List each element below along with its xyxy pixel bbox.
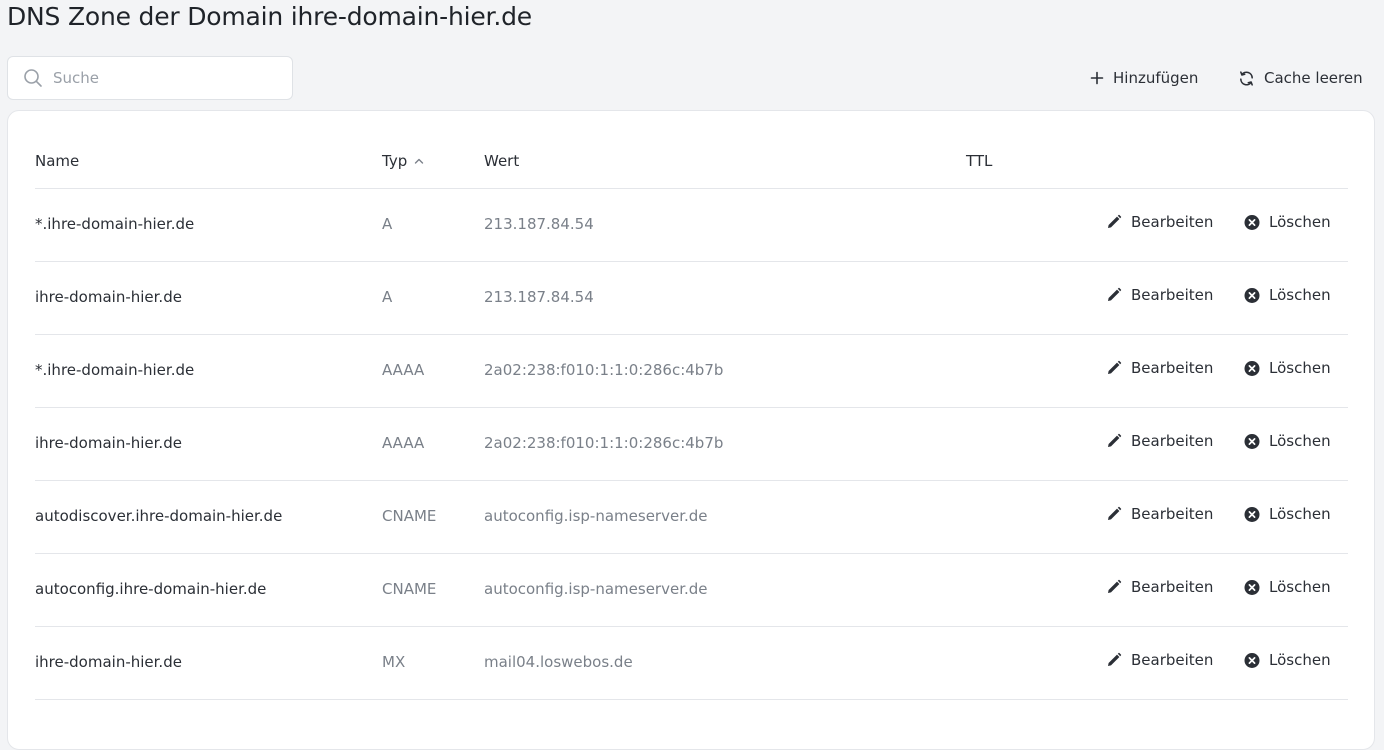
edit-button-label: Bearbeiten [1131, 432, 1214, 450]
close-circle-icon [1244, 652, 1260, 668]
delete-button-label: Löschen [1269, 213, 1331, 231]
close-circle-icon [1244, 360, 1260, 376]
record-name: ihre-domain-hier.de [35, 653, 182, 671]
record-name: *.ihre-domain-hier.de [35, 215, 195, 233]
delete-button[interactable]: Löschen [1244, 651, 1331, 669]
delete-button[interactable]: Löschen [1244, 286, 1331, 304]
table-body: *.ihre-domain-hier.de A 213.187.84.54 Be… [35, 189, 1348, 700]
edit-button-label: Bearbeiten [1131, 213, 1214, 231]
record-type: CNAME [382, 580, 437, 598]
record-name: ihre-domain-hier.de [35, 288, 182, 306]
table-row: autoconfig.ihre-domain-hier.de CNAME aut… [35, 554, 1348, 627]
table-row: *.ihre-domain-hier.de AAAA 2a02:238:f010… [35, 335, 1348, 408]
column-header-type-label: Typ [382, 152, 408, 170]
clear-cache-button[interactable]: Cache leeren [1238, 66, 1363, 90]
refresh-icon [1240, 70, 1253, 86]
column-header-value-label: Wert [484, 152, 520, 170]
dns-records-table: Name Typ Wert TTL *.ihre-domain-hier.de … [35, 125, 1348, 700]
add-record-button[interactable]: Hinzufügen [1090, 66, 1198, 90]
table-header: Name Typ Wert TTL [35, 125, 1348, 189]
record-value: 213.187.84.54 [484, 215, 594, 233]
search-input[interactable] [53, 69, 273, 87]
pencil-icon [1106, 433, 1122, 449]
add-record-label: Hinzufügen [1113, 69, 1199, 87]
table-row: autodiscover.ihre-domain-hier.de CNAME a… [35, 481, 1348, 554]
delete-button-label: Löschen [1269, 651, 1331, 669]
page-title: DNS Zone der Domain ihre-domain-hier.de [7, 2, 532, 31]
delete-button-label: Löschen [1269, 432, 1331, 450]
record-value: 213.187.84.54 [484, 288, 594, 306]
pencil-icon [1106, 506, 1122, 522]
dns-records-card: Name Typ Wert TTL *.ihre-domain-hier.de … [7, 110, 1375, 750]
record-type: AAAA [382, 434, 425, 452]
edit-button-label: Bearbeiten [1131, 359, 1214, 377]
table-row: ihre-domain-hier.de MX mail04.loswebos.d… [35, 627, 1348, 700]
delete-button[interactable]: Löschen [1244, 578, 1331, 596]
edit-button[interactable]: Bearbeiten [1106, 432, 1213, 450]
record-value: autoconfig.isp-nameserver.de [484, 580, 708, 598]
pencil-icon [1106, 214, 1122, 230]
delete-button[interactable]: Löschen [1244, 359, 1331, 377]
record-name: *.ihre-domain-hier.de [35, 361, 195, 379]
edit-button[interactable]: Bearbeiten [1106, 505, 1213, 523]
close-circle-icon [1244, 579, 1260, 595]
plus-icon [1090, 71, 1104, 85]
column-header-name[interactable]: Name [35, 152, 79, 170]
pencil-icon [1106, 287, 1122, 303]
edit-button-label: Bearbeiten [1131, 286, 1214, 304]
edit-button[interactable]: Bearbeiten [1106, 213, 1213, 231]
clear-cache-label: Cache leeren [1264, 69, 1363, 87]
edit-button-label: Bearbeiten [1131, 578, 1214, 596]
column-header-type[interactable]: Typ [382, 152, 424, 170]
close-circle-icon [1244, 433, 1260, 449]
record-type: CNAME [382, 507, 437, 525]
close-circle-icon [1244, 287, 1260, 303]
record-type: AAAA [382, 361, 425, 379]
table-row: ihre-domain-hier.de AAAA 2a02:238:f010:1… [35, 408, 1348, 481]
record-type: A [382, 288, 393, 306]
table-row: ihre-domain-hier.de A 213.187.84.54 Bear… [35, 262, 1348, 335]
edit-button[interactable]: Bearbeiten [1106, 286, 1213, 304]
edit-button[interactable]: Bearbeiten [1106, 359, 1213, 377]
record-value: autoconfig.isp-nameserver.de [484, 507, 708, 525]
record-name: autoconfig.ihre-domain-hier.de [35, 580, 267, 598]
column-header-ttl-label: TTL [966, 152, 993, 170]
pencil-icon [1106, 579, 1122, 595]
table-row: *.ihre-domain-hier.de A 213.187.84.54 Be… [35, 189, 1348, 262]
delete-button[interactable]: Löschen [1244, 432, 1331, 450]
column-header-value[interactable]: Wert [484, 152, 519, 170]
pencil-icon [1106, 652, 1122, 668]
close-circle-icon [1244, 214, 1260, 230]
delete-button-label: Löschen [1269, 505, 1331, 523]
delete-button-label: Löschen [1269, 286, 1331, 304]
close-circle-icon [1244, 506, 1260, 522]
record-name: autodiscover.ihre-domain-hier.de [35, 507, 283, 525]
edit-button-label: Bearbeiten [1131, 505, 1214, 523]
record-name: ihre-domain-hier.de [35, 434, 182, 452]
search-icon [24, 69, 42, 87]
record-value: 2a02:238:f010:1:1:0:286c:4b7b [484, 434, 724, 452]
edit-button[interactable]: Bearbeiten [1106, 651, 1213, 669]
record-type: A [382, 215, 393, 233]
record-type: MX [382, 653, 406, 671]
pencil-icon [1106, 360, 1122, 376]
edit-button-label: Bearbeiten [1131, 651, 1214, 669]
record-value: mail04.loswebos.de [484, 653, 633, 671]
search-box[interactable] [7, 56, 293, 100]
delete-button[interactable]: Löschen [1244, 505, 1331, 523]
record-value: 2a02:238:f010:1:1:0:286c:4b7b [484, 361, 724, 379]
column-header-name-label: Name [35, 152, 80, 170]
column-header-ttl[interactable]: TTL [966, 152, 992, 170]
edit-button[interactable]: Bearbeiten [1106, 578, 1213, 596]
delete-button[interactable]: Löschen [1244, 213, 1331, 231]
delete-button-label: Löschen [1269, 578, 1331, 596]
chevron-up-icon [415, 158, 424, 164]
delete-button-label: Löschen [1269, 359, 1331, 377]
